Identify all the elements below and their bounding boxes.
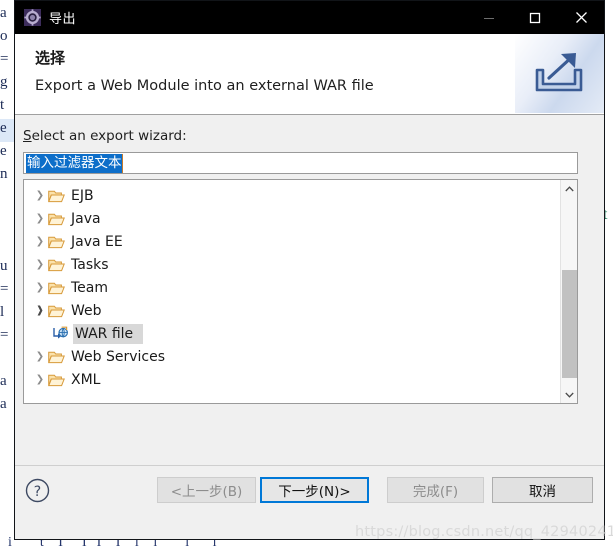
- tree-item-java[interactable]: ❯ Java: [24, 207, 559, 230]
- page-title: 选择: [35, 49, 66, 67]
- tree-item-label: EJB: [71, 187, 94, 204]
- help-question-icon[interactable]: ?: [25, 478, 50, 508]
- close-button[interactable]: [558, 1, 604, 34]
- tree-item-label: Java: [71, 210, 101, 227]
- chevron-right-icon[interactable]: ❯: [32, 190, 48, 201]
- window-controls: [466, 1, 604, 34]
- folder-icon: [48, 234, 66, 250]
- select-label-accesskey: S: [23, 128, 32, 144]
- tree-item-tasks[interactable]: ❯ Tasks: [24, 253, 559, 276]
- export-wizard-tree[interactable]: ❯ EJB ❯ Java ❯ Java EE ❯ Tasks ❯ Team ❱ …: [23, 179, 578, 404]
- tree-rows: ❯ EJB ❯ Java ❯ Java EE ❯ Tasks ❯ Team ❱ …: [24, 180, 559, 391]
- cancel-button[interactable]: 取消: [492, 477, 593, 503]
- svg-text:?: ?: [34, 484, 41, 500]
- chevron-down-icon[interactable]: ❱: [32, 305, 48, 316]
- tree-item-war-file[interactable]: WAR file: [24, 322, 559, 345]
- tree-item-label: XML: [71, 371, 101, 388]
- export-dialog: 导出 选择 Export a Web Module into an extern…: [14, 0, 605, 540]
- tree-item-ejb[interactable]: ❯ EJB: [24, 184, 559, 207]
- wizard-header: 选择 Export a Web Module into an external …: [15, 34, 604, 115]
- dialog-title: 导出: [49, 12, 77, 27]
- dialog-body: Select an export wizard: 输入过滤器文本 ❯ EJB ❯…: [15, 115, 604, 539]
- tree-item-label: Tasks: [71, 256, 109, 273]
- dialog-footer: ? <上一步(B) 下一步(N)> 完成(F) 取消: [15, 466, 604, 520]
- filter-input-value[interactable]: 输入过滤器文本: [26, 153, 123, 173]
- folder-icon: [48, 349, 66, 365]
- chevron-right-icon[interactable]: ❯: [32, 236, 48, 247]
- folder-icon: [48, 257, 66, 273]
- tree-item-label: Web: [71, 302, 102, 319]
- export-banner-icon: [531, 48, 587, 105]
- filter-input[interactable]: 输入过滤器文本: [23, 152, 578, 174]
- tree-item-web[interactable]: ❱ Web: [24, 299, 559, 322]
- tree-item-java-ee[interactable]: ❯ Java EE: [24, 230, 559, 253]
- folder-icon: [48, 372, 66, 388]
- tree-item-label: WAR file: [73, 323, 144, 344]
- select-wizard-label: Select an export wizard:: [23, 128, 187, 144]
- page-description: Export a Web Module into an external WAR…: [35, 78, 374, 94]
- folder-icon: [48, 303, 66, 319]
- dialog-titlebar[interactable]: 导出: [15, 1, 604, 34]
- back-button[interactable]: <上一步(B): [157, 477, 256, 503]
- tree-item-label: Java EE: [71, 233, 123, 250]
- tree-item-web-services[interactable]: ❯ Web Services: [24, 345, 559, 368]
- scroll-up-icon[interactable]: [561, 180, 577, 197]
- export-wizard-icon: [24, 9, 41, 26]
- chevron-right-icon[interactable]: ❯: [32, 259, 48, 270]
- chevron-right-icon[interactable]: ❯: [32, 374, 48, 385]
- finish-button[interactable]: 完成(F): [387, 477, 484, 503]
- minimize-button[interactable]: [466, 1, 512, 34]
- background-left-text: a o = g t e e n u = l = a a: [0, 5, 9, 412]
- tree-item-team[interactable]: ❯ Team: [24, 276, 559, 299]
- chevron-right-icon[interactable]: ❯: [32, 282, 48, 293]
- tree-item-label: Team: [71, 279, 109, 296]
- folder-icon: [48, 188, 66, 204]
- folder-icon: [48, 211, 66, 227]
- header-banner: [515, 34, 604, 113]
- tree-item-label: Web Services: [71, 348, 166, 365]
- chevron-right-icon[interactable]: ❯: [32, 351, 48, 362]
- folder-icon: [48, 280, 66, 296]
- maximize-button[interactable]: [512, 1, 558, 34]
- tree-item-xml[interactable]: ❯ XML: [24, 368, 559, 391]
- scrollbar-thumb[interactable]: [562, 270, 577, 378]
- select-label-rest: elect an export wizard:: [31, 128, 187, 144]
- war-file-icon: [52, 326, 70, 342]
- tree-scrollbar[interactable]: [560, 180, 577, 403]
- next-button[interactable]: 下一步(N)>: [260, 477, 369, 503]
- scroll-down-icon[interactable]: [561, 386, 577, 403]
- watermark: https://blog.csdn.net/qq_42940241: [355, 524, 613, 540]
- chevron-right-icon[interactable]: ❯: [32, 213, 48, 224]
